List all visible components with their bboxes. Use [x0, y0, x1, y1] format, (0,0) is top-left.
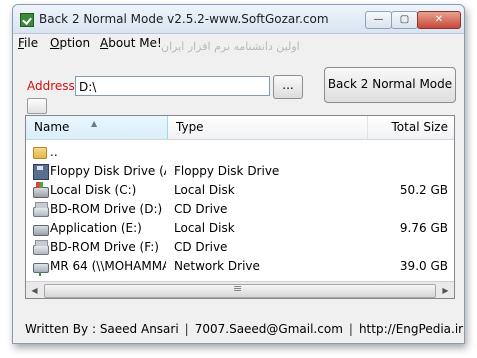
- menu-about-label: bout Me!: [108, 36, 162, 50]
- column-header-size[interactable]: Total Size: [368, 116, 454, 139]
- local-disk-icon: [33, 225, 49, 236]
- item-type: Network Drive: [174, 259, 260, 273]
- sort-ascending-icon: ▲: [91, 119, 98, 128]
- item-type: CD Drive: [174, 240, 228, 254]
- website-link[interactable]: http://EngPedia.ir: [359, 322, 463, 336]
- cd-drive-icon: [33, 202, 49, 217]
- app-icon: [20, 13, 34, 27]
- cd-drive-icon: [33, 240, 49, 255]
- item-name: Local Disk (C:): [50, 183, 137, 197]
- column-header-type[interactable]: Type: [168, 116, 368, 139]
- floppy-drive-icon: [33, 164, 49, 180]
- status-bar: Written By : Saeed Ansari | 7007.Saeed@Gma…: [25, 319, 463, 339]
- email-text: 7007.Saeed@Gmail.com: [194, 322, 343, 336]
- menu-about[interactable]: About Me!: [100, 36, 162, 50]
- item-name: Floppy Disk Drive (A:): [50, 164, 166, 178]
- list-item[interactable]: Local Disk (C:) Local Disk 50.2 GB: [26, 181, 454, 200]
- close-button[interactable]: ✕: [417, 11, 461, 29]
- maximize-button[interactable]: ▢: [391, 11, 418, 29]
- address-input[interactable]: D:\: [75, 76, 270, 96]
- menu-about-accel: A: [100, 36, 109, 50]
- item-size: 39.0 GB: [399, 259, 448, 273]
- author-text: Written By : Saeed Ansari: [25, 322, 179, 336]
- item-name: MR 64 (\\MOHAMMAD): [50, 259, 166, 273]
- item-name: Application (E:): [50, 221, 142, 235]
- local-disk-windows-icon: [33, 182, 49, 198]
- watermark-text: اولین دانشنامه نرم افزار ایران: [161, 40, 300, 53]
- column-header-name[interactable]: Name ▲: [26, 116, 168, 139]
- item-type: Floppy Disk Drive: [174, 164, 280, 178]
- drive-list[interactable]: Name ▲ Type Total Size .. Floppy Disk Dr…: [25, 115, 455, 299]
- scroll-left-icon[interactable]: ◀: [26, 282, 43, 298]
- list-item[interactable]: Floppy Disk Drive (A:) Floppy Disk Drive: [26, 162, 454, 181]
- menu-option[interactable]: Option: [50, 36, 90, 50]
- menu-file-label: ile: [24, 36, 39, 50]
- scroll-right-icon[interactable]: ▶: [437, 282, 454, 298]
- list-item[interactable]: BD-ROM Drive (F:) CD Drive: [26, 238, 454, 257]
- folder-icon: [33, 147, 47, 159]
- item-type: Local Disk: [174, 183, 235, 197]
- list-item[interactable]: MR 64 (\\MOHAMMAD) Network Drive 39.0 GB: [26, 257, 454, 276]
- item-name: BD-ROM Drive (F:): [50, 240, 159, 254]
- window-title: Back 2 Normal Mode v2.5.2-www.SoftGozar.…: [39, 12, 329, 26]
- item-type: Local Disk: [174, 221, 235, 235]
- menu-option-label: ption: [59, 36, 91, 50]
- list-header: Name ▲ Type Total Size: [26, 116, 454, 140]
- browse-button[interactable]: ...: [273, 75, 303, 99]
- minimize-button[interactable]: —: [365, 11, 392, 29]
- small-toggle-button[interactable]: [27, 98, 47, 114]
- horizontal-scrollbar[interactable]: ◀ ▶: [26, 281, 454, 298]
- status-separator: |: [184, 322, 189, 336]
- menu-file[interactable]: File: [18, 36, 38, 50]
- item-type: CD Drive: [174, 202, 228, 216]
- status-separator: |: [348, 322, 353, 336]
- item-name: ..: [50, 145, 58, 159]
- list-item[interactable]: Application (E:) Local Disk 9.76 GB: [26, 219, 454, 238]
- network-drive-icon: [33, 263, 49, 276]
- item-name: BD-ROM Drive (D:): [50, 202, 163, 216]
- back-to-normal-mode-button[interactable]: Back 2 Normal Mode: [324, 67, 456, 103]
- column-name-label: Name: [34, 120, 70, 134]
- app-window: Back 2 Normal Mode v2.5.2-www.SoftGozar.…: [12, 4, 465, 344]
- item-size: 9.76 GB: [399, 221, 448, 235]
- title-bar[interactable]: Back 2 Normal Mode v2.5.2-www.SoftGozar.…: [13, 5, 464, 34]
- list-item[interactable]: ..: [26, 143, 454, 162]
- scrollbar-thumb[interactable]: [44, 282, 436, 298]
- item-size: 50.2 GB: [399, 183, 448, 197]
- list-item[interactable]: BD-ROM Drive (D:) CD Drive: [26, 200, 454, 219]
